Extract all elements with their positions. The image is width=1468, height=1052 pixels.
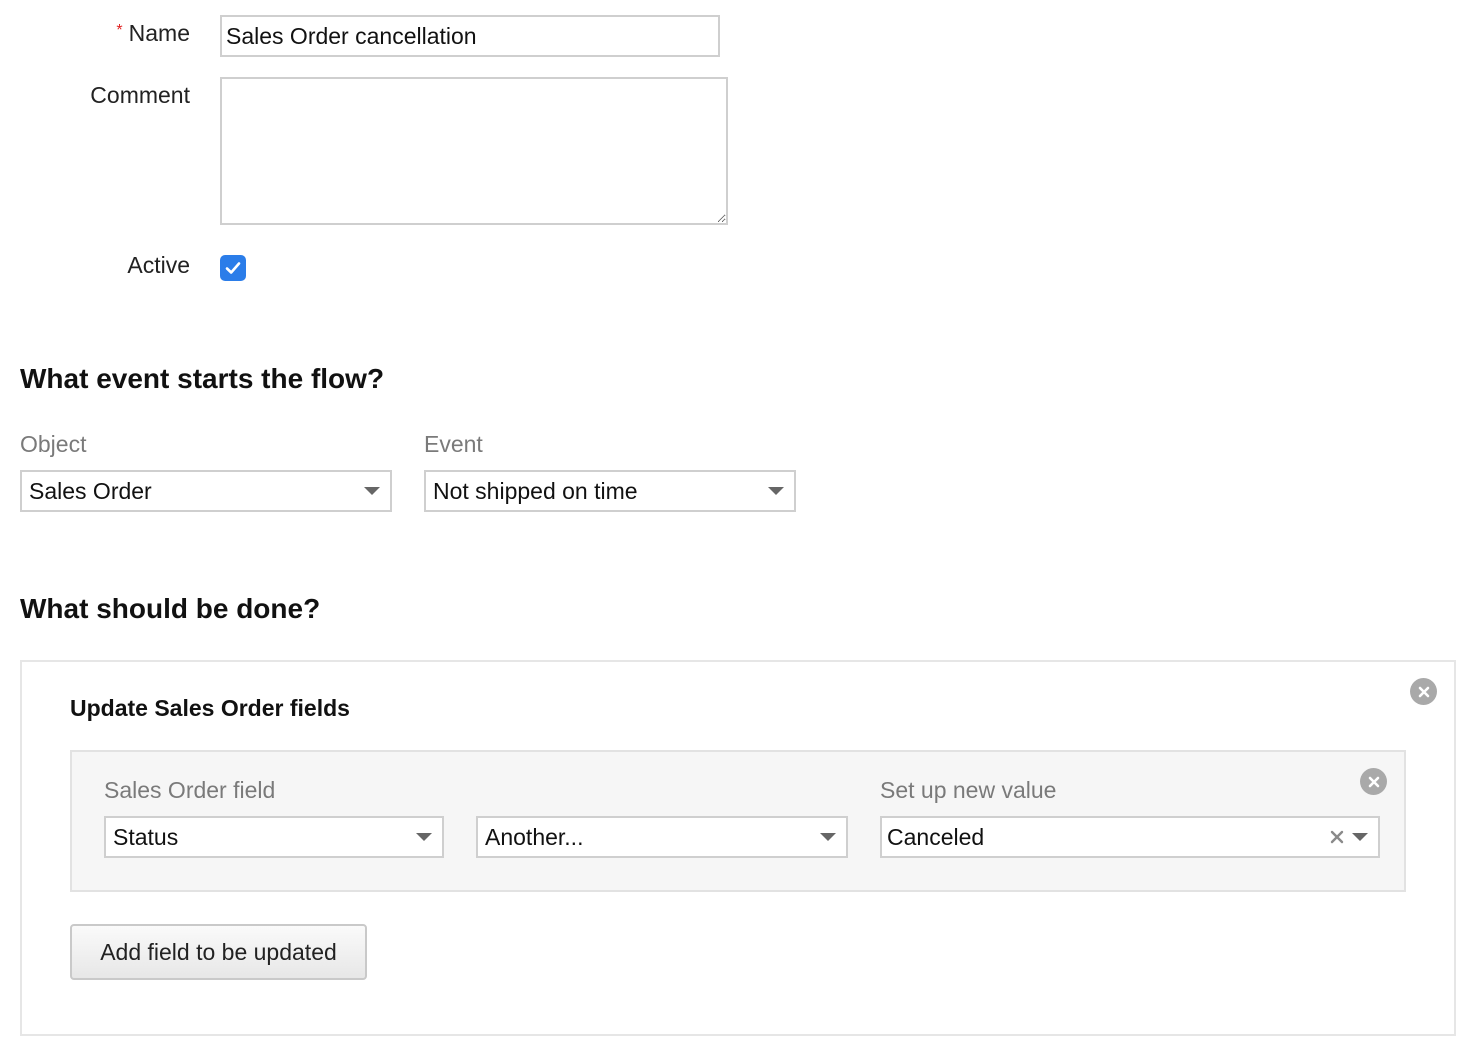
active-label: Active (127, 252, 190, 278)
value-mode-select-value: Another... (485, 823, 584, 850)
add-field-button[interactable]: Add field to be updated (70, 924, 367, 980)
value-mode-select[interactable]: Another... (476, 816, 848, 858)
comment-textarea[interactable] (220, 77, 728, 225)
remove-action-button[interactable] (1410, 678, 1437, 705)
chevron-down-icon (1352, 833, 1368, 841)
name-label: * Name (116, 20, 190, 46)
chevron-down-icon (768, 487, 784, 495)
new-value-select[interactable]: Canceled (880, 816, 1380, 858)
trigger-heading: What event starts the flow? (20, 363, 385, 394)
object-label: Object (20, 431, 87, 457)
clear-x-icon[interactable] (1330, 826, 1344, 848)
panel-title: Update Sales Order fields (70, 695, 350, 721)
new-value-select-value: Canceled (887, 823, 985, 850)
chevron-down-icon (364, 487, 380, 495)
comment-label: Comment (90, 82, 190, 108)
field-label: Sales Order field (104, 777, 276, 803)
field-select-value: Status (113, 823, 179, 850)
required-marker: * (116, 22, 123, 39)
check-icon (225, 262, 241, 274)
remove-field-button[interactable] (1360, 768, 1387, 795)
action-heading: What should be done? (20, 593, 321, 624)
active-checkbox[interactable] (220, 255, 246, 281)
event-label: Event (424, 431, 483, 457)
close-circle-icon (1368, 776, 1379, 787)
object-select[interactable]: Sales Order (20, 470, 392, 512)
new-value-label: Set up new value (880, 777, 1057, 803)
event-select[interactable]: Not shipped on time (424, 470, 796, 512)
object-select-value: Sales Order (29, 477, 152, 504)
close-circle-icon (1418, 686, 1429, 697)
name-input[interactable] (220, 15, 720, 57)
event-select-value: Not shipped on time (433, 477, 638, 504)
chevron-down-icon (416, 833, 432, 841)
field-select[interactable]: Status (104, 816, 444, 858)
chevron-down-icon (820, 833, 836, 841)
